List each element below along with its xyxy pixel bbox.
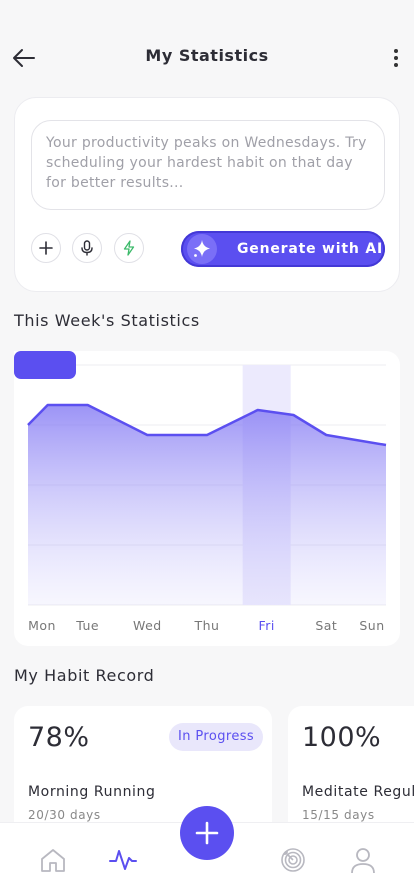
tooltip-label: 4 tasks [14, 351, 37, 355]
add-attachment-button[interactable] [31, 233, 61, 263]
x-tick-label: Sat [315, 618, 337, 633]
target-icon [281, 848, 305, 872]
lightning-icon [123, 240, 135, 256]
home-icon [41, 849, 65, 872]
habit-name: Morning Running [28, 784, 156, 800]
voice-input-button[interactable] [72, 233, 102, 263]
nav-profile[interactable] [348, 845, 378, 875]
weekly-chart: 4 tasks Mon Tue Wed Thu Fri Sat Sun [14, 351, 387, 633]
x-tick-label: Wed [133, 618, 162, 633]
more-vertical-icon [394, 49, 398, 53]
ai-insight-card: Your productivity peaks on Wednesdays. T… [14, 97, 400, 292]
habit-percent: 100% [302, 722, 382, 753]
nav-goals[interactable] [278, 845, 308, 875]
habit-days: 15/15 days [302, 808, 375, 822]
nav-home[interactable] [38, 845, 68, 875]
generate-with-ai-button[interactable]: Generate with AI [181, 231, 385, 267]
tooltip: 4 tasks [14, 351, 76, 379]
add-habit-button[interactable] [180, 806, 234, 860]
profile-icon [351, 848, 375, 874]
x-tick-label: Mon [28, 618, 56, 633]
x-tick-label: Tue [75, 618, 99, 633]
microphone-icon [81, 240, 93, 256]
more-options-button[interactable] [382, 42, 410, 74]
page-title: My Statistics [145, 46, 269, 65]
add-icon [195, 821, 219, 845]
activity-icon [109, 850, 137, 870]
habit-name: Meditate Regularly [302, 784, 414, 800]
sparkle-icon [187, 234, 217, 264]
generate-label: Generate with AI [237, 241, 383, 257]
quick-action-button[interactable] [114, 233, 144, 263]
ai-prompt-input[interactable]: Your productivity peaks on Wednesdays. T… [31, 120, 385, 210]
nav-activity[interactable] [108, 845, 138, 875]
x-tick-label: Sun [359, 618, 384, 633]
habit-section-title: My Habit Record [14, 666, 155, 685]
plus-icon [39, 241, 53, 255]
x-tick-label: Thu [194, 618, 220, 633]
x-tick-label: Fri [258, 618, 274, 633]
habit-days: 20/30 days [28, 808, 101, 822]
status-badge: In Progress [169, 723, 264, 751]
habit-percent: 78% [28, 722, 90, 753]
stats-section-title: This Week's Statistics [14, 311, 200, 330]
weekly-chart-card: 4 tasks Mon Tue Wed Thu Fri Sat Sun [14, 351, 400, 646]
